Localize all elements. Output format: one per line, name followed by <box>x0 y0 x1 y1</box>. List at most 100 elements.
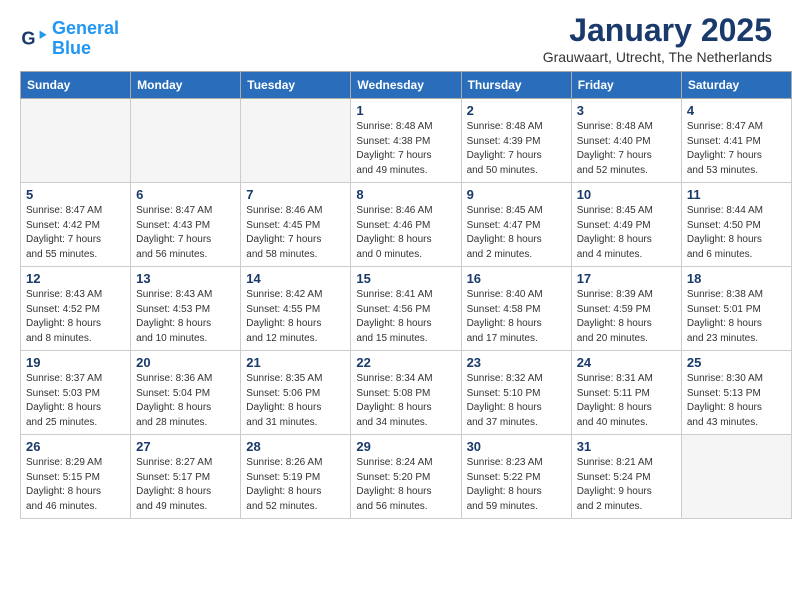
day-info: Sunrise: 8:32 AM Sunset: 5:10 PM Dayligh… <box>467 372 566 430</box>
day-cell: 11 Sunrise: 8:44 AM Sunset: 4:50 PM Dayli… <box>681 183 791 267</box>
day-cell: 25 Sunrise: 8:30 AM Sunset: 5:13 PM Dayli… <box>681 351 791 435</box>
day-number: 16 <box>467 271 566 286</box>
day-cell: 16 Sunrise: 8:40 AM Sunset: 4:58 PM Dayli… <box>461 267 571 351</box>
page-header: G General Blue January 2025 Grauwaart, U… <box>0 0 792 71</box>
logo: G General Blue <box>20 19 119 59</box>
day-number: 29 <box>356 439 455 454</box>
logo-text: General Blue <box>52 19 119 59</box>
day-info: Sunrise: 8:46 AM Sunset: 4:45 PM Dayligh… <box>246 204 345 262</box>
day-info: Sunrise: 8:31 AM Sunset: 5:11 PM Dayligh… <box>577 372 676 430</box>
day-cell: 4Sunrise: 8:47 AM Sunset: 4:41 PM Daylig… <box>681 99 791 183</box>
logo-icon: G <box>20 25 48 53</box>
day-cell: 19 Sunrise: 8:37 AM Sunset: 5:03 PM Dayli… <box>21 351 131 435</box>
day-number: 25 <box>687 355 786 370</box>
day-cell: 13 Sunrise: 8:43 AM Sunset: 4:53 PM Dayli… <box>131 267 241 351</box>
day-info: Sunrise: 8:34 AM Sunset: 5:08 PM Dayligh… <box>356 372 455 430</box>
day-info: Sunrise: 8:47 AM Sunset: 4:43 PM Dayligh… <box>136 204 235 262</box>
day-cell <box>681 435 791 519</box>
day-info: Sunrise: 8:23 AM Sunset: 5:22 PM Dayligh… <box>467 456 566 514</box>
day-number: 2 <box>467 103 566 118</box>
day-cell: 3 Sunrise: 8:48 AM Sunset: 4:40 PM Daylig… <box>571 99 681 183</box>
day-info: Sunrise: 8:44 AM Sunset: 4:50 PM Dayligh… <box>687 204 786 262</box>
day-number: 8 <box>356 187 455 202</box>
day-number: 18 <box>687 271 786 286</box>
week-row-4: 19 Sunrise: 8:37 AM Sunset: 5:03 PM Dayli… <box>21 351 792 435</box>
day-info: Sunrise: 8:24 AM Sunset: 5:20 PM Dayligh… <box>356 456 455 514</box>
day-info: Sunrise: 8:41 AM Sunset: 4:56 PM Dayligh… <box>356 288 455 346</box>
day-number: 26 <box>26 439 125 454</box>
day-cell: 14 Sunrise: 8:42 AM Sunset: 4:55 PM Dayli… <box>241 267 351 351</box>
day-info: Sunrise: 8:47 AM Sunset: 4:41 PM Dayligh… <box>687 120 786 178</box>
day-cell: 27Sunrise: 8:27 AM Sunset: 5:17 PM Dayli… <box>131 435 241 519</box>
day-info: Sunrise: 8:42 AM Sunset: 4:55 PM Dayligh… <box>246 288 345 346</box>
day-info: Sunrise: 8:48 AM Sunset: 4:38 PM Dayligh… <box>356 120 455 178</box>
day-number: 6 <box>136 187 235 202</box>
day-info: Sunrise: 8:36 AM Sunset: 5:04 PM Dayligh… <box>136 372 235 430</box>
day-info: Sunrise: 8:26 AM Sunset: 5:19 PM Dayligh… <box>246 456 345 514</box>
day-number: 9 <box>467 187 566 202</box>
day-info: Sunrise: 8:27 AM Sunset: 5:17 PM Dayligh… <box>136 456 235 514</box>
col-header-saturday: Saturday <box>681 72 791 99</box>
calendar-table: SundayMondayTuesdayWednesdayThursdayFrid… <box>20 71 792 519</box>
col-header-thursday: Thursday <box>461 72 571 99</box>
day-cell: 29 Sunrise: 8:24 AM Sunset: 5:20 PM Dayli… <box>351 435 461 519</box>
day-cell: 31Sunrise: 8:21 AM Sunset: 5:24 PM Dayli… <box>571 435 681 519</box>
day-cell: 6 Sunrise: 8:47 AM Sunset: 4:43 PM Daylig… <box>131 183 241 267</box>
day-cell: 23 Sunrise: 8:32 AM Sunset: 5:10 PM Dayli… <box>461 351 571 435</box>
day-cell: 22 Sunrise: 8:34 AM Sunset: 5:08 PM Dayli… <box>351 351 461 435</box>
week-row-1: 1 Sunrise: 8:48 AM Sunset: 4:38 PM Daylig… <box>21 99 792 183</box>
day-info: Sunrise: 8:38 AM Sunset: 5:01 PM Dayligh… <box>687 288 786 346</box>
day-number: 21 <box>246 355 345 370</box>
day-info: Sunrise: 8:47 AM Sunset: 4:42 PM Dayligh… <box>26 204 125 262</box>
day-number: 23 <box>467 355 566 370</box>
day-cell: 18 Sunrise: 8:38 AM Sunset: 5:01 PM Dayli… <box>681 267 791 351</box>
day-number: 28 <box>246 439 345 454</box>
day-cell: 15 Sunrise: 8:41 AM Sunset: 4:56 PM Dayli… <box>351 267 461 351</box>
day-cell: 26Sunrise: 8:29 AM Sunset: 5:15 PM Dayli… <box>21 435 131 519</box>
day-info: Sunrise: 8:48 AM Sunset: 4:39 PM Dayligh… <box>467 120 566 178</box>
day-number: 13 <box>136 271 235 286</box>
logo-general: General <box>52 18 119 38</box>
day-number: 22 <box>356 355 455 370</box>
day-cell: 9 Sunrise: 8:45 AM Sunset: 4:47 PM Daylig… <box>461 183 571 267</box>
day-cell: 1 Sunrise: 8:48 AM Sunset: 4:38 PM Daylig… <box>351 99 461 183</box>
day-number: 24 <box>577 355 676 370</box>
day-number: 30 <box>467 439 566 454</box>
day-info: Sunrise: 8:30 AM Sunset: 5:13 PM Dayligh… <box>687 372 786 430</box>
day-number: 11 <box>687 187 786 202</box>
col-header-sunday: Sunday <box>21 72 131 99</box>
day-info: Sunrise: 8:37 AM Sunset: 5:03 PM Dayligh… <box>26 372 125 430</box>
day-cell: 21 Sunrise: 8:35 AM Sunset: 5:06 PM Dayli… <box>241 351 351 435</box>
week-row-2: 5Sunrise: 8:47 AM Sunset: 4:42 PM Daylig… <box>21 183 792 267</box>
calendar-wrap: SundayMondayTuesdayWednesdayThursdayFrid… <box>0 71 792 529</box>
day-number: 14 <box>246 271 345 286</box>
day-cell: 30 Sunrise: 8:23 AM Sunset: 5:22 PM Dayli… <box>461 435 571 519</box>
day-cell: 8Sunrise: 8:46 AM Sunset: 4:46 PM Daylig… <box>351 183 461 267</box>
day-number: 3 <box>577 103 676 118</box>
day-info: Sunrise: 8:48 AM Sunset: 4:40 PM Dayligh… <box>577 120 676 178</box>
title-block: January 2025 Grauwaart, Utrecht, The Net… <box>543 12 772 65</box>
day-cell: 20Sunrise: 8:36 AM Sunset: 5:04 PM Dayli… <box>131 351 241 435</box>
day-info: Sunrise: 8:43 AM Sunset: 4:52 PM Dayligh… <box>26 288 125 346</box>
day-number: 10 <box>577 187 676 202</box>
day-info: Sunrise: 8:21 AM Sunset: 5:24 PM Dayligh… <box>577 456 676 514</box>
day-number: 15 <box>356 271 455 286</box>
day-cell: 24 Sunrise: 8:31 AM Sunset: 5:11 PM Dayli… <box>571 351 681 435</box>
day-number: 7 <box>246 187 345 202</box>
day-cell: 7 Sunrise: 8:46 AM Sunset: 4:45 PM Daylig… <box>241 183 351 267</box>
day-cell: 5Sunrise: 8:47 AM Sunset: 4:42 PM Daylig… <box>21 183 131 267</box>
day-info: Sunrise: 8:40 AM Sunset: 4:58 PM Dayligh… <box>467 288 566 346</box>
col-header-monday: Monday <box>131 72 241 99</box>
day-cell <box>21 99 131 183</box>
day-number: 1 <box>356 103 455 118</box>
day-cell: 12Sunrise: 8:43 AM Sunset: 4:52 PM Dayli… <box>21 267 131 351</box>
week-row-3: 12Sunrise: 8:43 AM Sunset: 4:52 PM Dayli… <box>21 267 792 351</box>
day-number: 19 <box>26 355 125 370</box>
day-cell <box>241 99 351 183</box>
day-info: Sunrise: 8:43 AM Sunset: 4:53 PM Dayligh… <box>136 288 235 346</box>
day-info: Sunrise: 8:35 AM Sunset: 5:06 PM Dayligh… <box>246 372 345 430</box>
logo-blue: Blue <box>52 38 91 58</box>
day-info: Sunrise: 8:45 AM Sunset: 4:47 PM Dayligh… <box>467 204 566 262</box>
day-info: Sunrise: 8:45 AM Sunset: 4:49 PM Dayligh… <box>577 204 676 262</box>
col-header-wednesday: Wednesday <box>351 72 461 99</box>
